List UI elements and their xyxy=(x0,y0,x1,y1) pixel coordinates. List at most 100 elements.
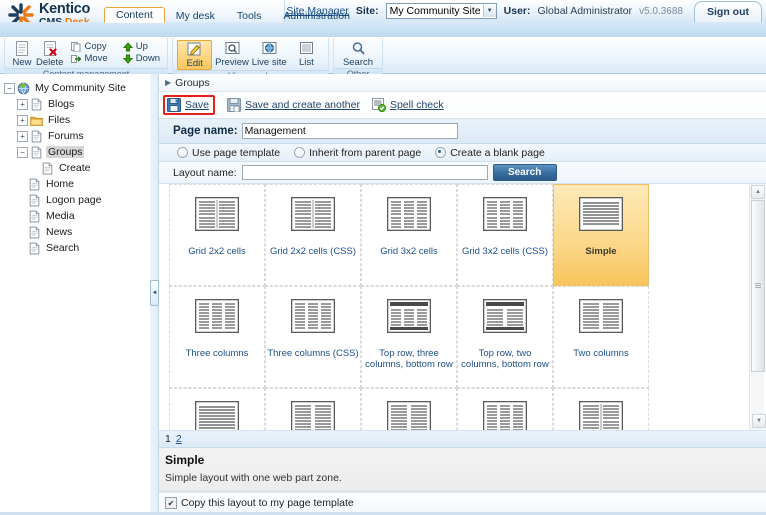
main-tabs: Content My desk Tools Administration xyxy=(104,7,361,23)
layout-cell-top-row-two-columns-bottom-row[interactable]: Top row, two columns, bottom row xyxy=(457,286,553,388)
sign-out-button[interactable]: Sign out xyxy=(694,1,762,22)
tree-node-label: Create xyxy=(57,162,93,174)
page-icon xyxy=(30,146,43,159)
new-button[interactable]: New xyxy=(9,40,35,68)
option-create-blank-page[interactable]: Create a blank page xyxy=(435,147,545,159)
page-icon xyxy=(28,242,41,255)
tab-my-desk[interactable]: My desk xyxy=(165,8,226,23)
scroll-down-arrow-icon[interactable]: ▼ xyxy=(752,414,766,428)
tab-administration[interactable]: Administration xyxy=(272,8,361,23)
option-inherit-from-parent[interactable]: Inherit from parent page xyxy=(294,147,421,159)
copy-button[interactable]: Copy xyxy=(68,41,110,52)
layout-cell-three-columns[interactable]: Three columns xyxy=(169,286,265,388)
up-button[interactable]: Up xyxy=(120,41,163,52)
layout-thumbnail-icon xyxy=(387,197,431,234)
chevron-down-icon[interactable]: ▼ xyxy=(483,5,496,17)
pager-page-1[interactable]: 1 xyxy=(165,433,171,445)
layout-cell[interactable] xyxy=(361,388,457,430)
splitter-collapse-handle[interactable]: ◄ xyxy=(150,280,159,306)
radio-create-blank-page[interactable] xyxy=(435,147,446,158)
tree-node-home[interactable]: Home xyxy=(4,176,150,192)
spell-check-action[interactable]: Spell check xyxy=(372,98,444,112)
radio-use-page-template[interactable] xyxy=(177,147,188,158)
tree-node-groups[interactable]: − Groups xyxy=(4,144,150,160)
tree-node-my-community-site[interactable]: − My Community Site xyxy=(4,80,150,96)
save-new-icon xyxy=(227,98,241,112)
layout-cell-label: Top row, three columns, bottom row xyxy=(363,348,455,370)
site-select[interactable]: My Community Site ▼ xyxy=(386,3,497,19)
down-button[interactable]: Down xyxy=(120,53,163,64)
tree-node-blogs[interactable]: +Blogs xyxy=(4,96,150,112)
layout-cell[interactable] xyxy=(457,388,553,430)
layout-thumbnail-icon xyxy=(579,197,623,234)
preview-button-label: Preview xyxy=(215,57,249,68)
tree-node-create[interactable]: Create xyxy=(4,160,150,176)
layout-search-button[interactable]: Search xyxy=(493,164,557,181)
layout-thumbnail-icon xyxy=(291,197,335,234)
tree-node-files[interactable]: +Files xyxy=(4,112,150,128)
save-action[interactable]: Save xyxy=(163,95,215,115)
ribbon-group-items: Edit Preview Live site xyxy=(173,38,328,70)
copy-layout-checkbox[interactable]: ✔ xyxy=(165,497,177,509)
layout-cell-two-columns[interactable]: Two columns xyxy=(553,286,649,388)
collapse-expander-icon[interactable]: − xyxy=(17,147,28,158)
expand-expander-icon[interactable]: + xyxy=(17,115,28,126)
tab-tools[interactable]: Tools xyxy=(226,8,273,23)
layout-cell[interactable] xyxy=(169,388,265,430)
tree-node-label: Search xyxy=(44,242,81,254)
option-use-page-template[interactable]: Use page template xyxy=(177,147,280,159)
expand-expander-icon[interactable]: + xyxy=(17,99,28,110)
layout-cell-three-columns-css[interactable]: Three columns (CSS) xyxy=(265,286,361,388)
layout-name-input[interactable] xyxy=(242,165,488,180)
layout-cell-grid-3x2-cells[interactable]: Grid 3x2 cells xyxy=(361,184,457,286)
tree-node-logon-page[interactable]: Logon page xyxy=(4,192,150,208)
move-button[interactable]: Move xyxy=(68,53,110,64)
layout-cell-simple[interactable]: Simple xyxy=(553,184,649,286)
pager-page-2[interactable]: 2 xyxy=(176,433,182,445)
live-site-button[interactable]: Live site xyxy=(252,40,287,68)
tree-node-search[interactable]: Search xyxy=(4,240,150,256)
tree-spacer xyxy=(17,212,26,221)
tree-node-news[interactable]: News xyxy=(4,224,150,240)
expand-expander-icon[interactable]: + xyxy=(17,131,28,142)
layout-gallery-wrapper: Grid 2x2 cellsGrid 2x2 cells (CSS)Grid 3… xyxy=(159,184,766,431)
scroll-up-arrow-icon[interactable]: ▲ xyxy=(751,185,765,199)
save-and-create-another-action[interactable]: Save and create another xyxy=(227,98,360,112)
delete-button[interactable]: Delete xyxy=(36,40,63,68)
layout-thumbnail-icon xyxy=(195,401,239,430)
new-button-label: New xyxy=(12,57,31,68)
down-button-label: Down xyxy=(136,53,160,64)
layout-gallery-scrollbar[interactable]: ▲ ▼ xyxy=(749,184,764,430)
magnifier-icon xyxy=(351,41,366,56)
arrow-down-icon xyxy=(123,54,133,64)
layout-cell[interactable] xyxy=(265,388,361,430)
layout-description-panel: Simple Simple layout with one web part z… xyxy=(159,448,766,492)
edit-button[interactable]: Edit xyxy=(177,40,212,70)
tree-node-media[interactable]: Media xyxy=(4,208,150,224)
radio-inherit-from-parent[interactable] xyxy=(294,147,305,158)
page-name-input[interactable] xyxy=(242,123,458,139)
tree-spacer xyxy=(17,180,26,189)
spell-check-icon xyxy=(372,98,386,112)
tree-node-forums[interactable]: +Forums xyxy=(4,128,150,144)
ribbon-toolbar: New Delete Copy Move xyxy=(0,37,766,74)
tree-node-label: My Community Site xyxy=(33,82,128,94)
collapse-expander-icon[interactable]: − xyxy=(4,83,15,94)
content-tree-pane: − My Community Site +Blogs+Files+Forums − Gr… xyxy=(0,74,151,515)
copy-layout-label: Copy this layout to my page template xyxy=(181,497,354,509)
layout-cell-grid-3x2-cells-css[interactable]: Grid 3x2 cells (CSS) xyxy=(457,184,553,286)
layout-cell-grid-2x2-cells[interactable]: Grid 2x2 cells xyxy=(169,184,265,286)
layout-cell-grid-2x2-cells-css[interactable]: Grid 2x2 cells (CSS) xyxy=(265,184,361,286)
tab-content[interactable]: Content xyxy=(104,7,165,23)
list-button[interactable]: List xyxy=(289,40,324,68)
search-button[interactable]: Search xyxy=(338,40,378,68)
scrollbar-thumb[interactable] xyxy=(751,200,765,372)
layout-cell[interactable] xyxy=(553,388,649,430)
pane-splitter[interactable]: ◄ xyxy=(150,74,159,515)
layout-cell-top-row-three-columns-bottom-row[interactable]: Top row, three columns, bottom row xyxy=(361,286,457,388)
tree-node-label: Groups xyxy=(46,146,84,158)
preview-button[interactable]: Preview xyxy=(214,40,249,68)
tab-strip xyxy=(0,22,766,38)
page-icon xyxy=(28,210,41,223)
gallery-pager: 1 2 xyxy=(159,431,766,448)
